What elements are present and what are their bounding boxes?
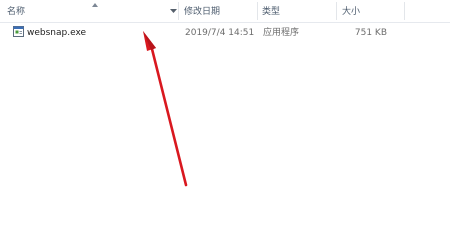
column-divider[interactable]: [257, 2, 258, 20]
file-date-modified: 2019/7/4 14:51: [185, 28, 255, 38]
file-size: 751 KB: [354, 28, 387, 38]
file-type: 应用程序: [263, 28, 300, 38]
column-header-size[interactable]: 大小: [342, 0, 402, 22]
file-row[interactable]: websnap.exe 2019/7/4 14:51 应用程序 751 KB: [0, 24, 450, 42]
column-header-type[interactable]: 类型: [262, 0, 332, 22]
file-explorer-window: 名称 修改日期 类型 大小 websnap.exe 2019/7/4 14:51…: [0, 0, 450, 252]
column-divider[interactable]: [336, 2, 337, 20]
column-divider[interactable]: [178, 2, 179, 20]
chevron-down-icon[interactable]: [170, 9, 177, 13]
column-header-name[interactable]: 名称: [7, 0, 167, 22]
column-header-bar: 名称 修改日期 类型 大小: [0, 0, 450, 23]
file-name[interactable]: websnap.exe: [27, 24, 167, 42]
column-divider[interactable]: [404, 2, 405, 20]
column-header-date-modified[interactable]: 修改日期: [184, 0, 254, 22]
